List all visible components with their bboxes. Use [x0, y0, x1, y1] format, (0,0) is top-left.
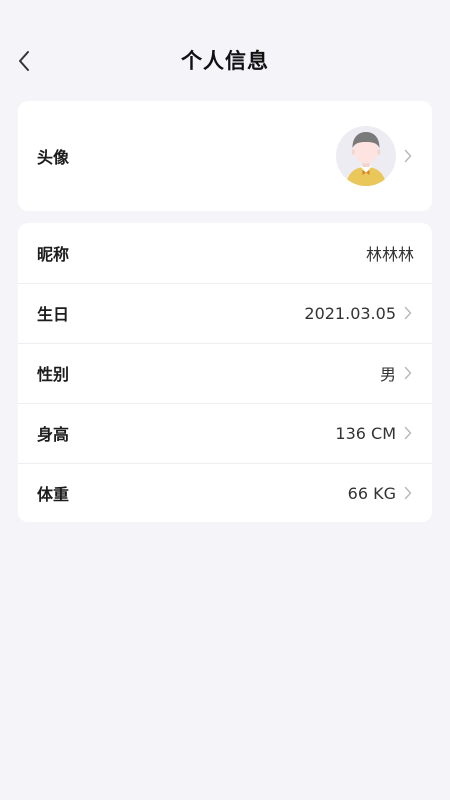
avatar-card: 头像 — [18, 101, 432, 211]
chevron-right-icon — [402, 365, 414, 381]
row-value: 男 — [379, 365, 396, 384]
avatar-label: 头像 — [37, 148, 70, 167]
row-label: 性别 — [37, 365, 70, 384]
avatar[interactable] — [336, 126, 396, 186]
row-label: 昵称 — [37, 245, 70, 264]
profile-row-birthday[interactable]: 生日 2021.03.05 — [18, 283, 432, 343]
profile-info-card: 昵称 林林林 生日 2021.03.05 性别 男 身高 136 CM 体重 6… — [18, 223, 432, 522]
row-value: 林林林 — [365, 245, 414, 264]
chevron-right-icon — [402, 485, 414, 501]
profile-row-height[interactable]: 身高 136 CM — [18, 403, 432, 463]
row-label: 体重 — [37, 485, 70, 504]
row-label: 身高 — [37, 425, 70, 444]
chevron-right-icon — [402, 305, 414, 321]
row-value: 136 CM — [335, 423, 396, 443]
row-label: 生日 — [37, 305, 70, 324]
chevron-right-icon — [402, 148, 414, 164]
top-nav-bar: 个人信息 — [0, 32, 450, 94]
user-avatar-icon — [346, 132, 386, 186]
avatar-row[interactable]: 头像 — [18, 101, 432, 211]
page-title: 个人信息 — [181, 49, 269, 73]
profile-row-nickname[interactable]: 昵称 林林林 — [18, 223, 432, 283]
profile-row-gender[interactable]: 性别 男 — [18, 343, 432, 403]
profile-row-weight[interactable]: 体重 66 KG — [18, 463, 432, 522]
row-value: 66 KG — [347, 483, 396, 503]
chevron-right-icon — [402, 425, 414, 441]
row-value: 2021.03.05 — [304, 303, 396, 323]
